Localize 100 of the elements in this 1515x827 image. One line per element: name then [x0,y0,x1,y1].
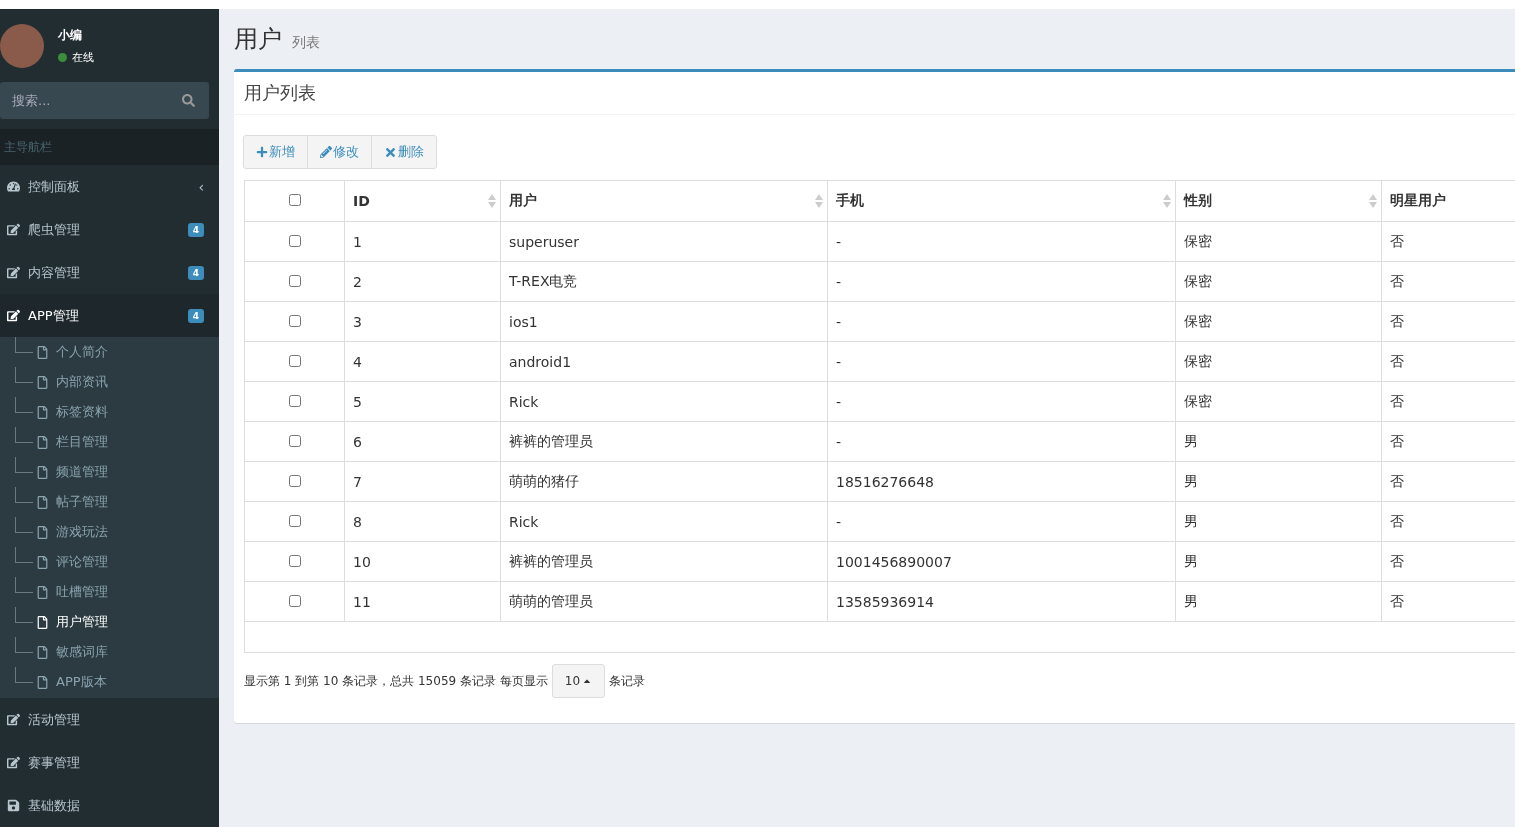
submenu-item[interactable]: 吐槽管理 [0,577,219,608]
submenu-item[interactable]: 个人简介 [0,337,219,368]
online-dot-icon [58,52,67,62]
dashboard-icon [7,180,20,194]
edit-icon [7,309,20,323]
nav-item[interactable]: 活动管理 [0,698,219,742]
nav-item[interactable]: 赛事管理 [0,741,219,785]
table-cell: 男 [1175,581,1382,622]
pencil-icon [320,146,332,158]
nav-item[interactable]: 内容管理 4 [0,251,219,295]
table-cell: Rick [500,381,828,422]
edit-button[interactable]: 修改 [307,135,372,169]
table-cell: 男 [1175,501,1382,542]
sort-icon [1163,194,1171,208]
section-header: 主导航栏 [0,129,219,166]
submenu-item[interactable]: 帖子管理 [0,487,219,518]
file-icon [36,585,49,599]
nav-label: 活动管理 [28,710,81,729]
table-cell: - [827,341,1176,382]
submenu-item[interactable]: 频道管理 [0,457,219,488]
table-cell: 8 [344,501,501,542]
count-badge: 4 [187,308,204,323]
edit-icon [7,266,20,280]
pagination-info: 显示第 1 到第 10 条记录，总共 15059 条记录 每页显示 [244,672,548,690]
file-icon [36,405,49,419]
nav-label: 基础数据 [28,796,81,815]
user-status: 在线 [72,49,94,65]
sort-icon [815,194,823,208]
table-cell: 男 [1175,421,1382,462]
table-cell: ios1 [500,301,828,342]
table-cell: - [827,301,1176,342]
delete-button[interactable]: 删除 [371,135,437,169]
table-cell: 萌萌的管理员 [500,581,828,622]
submenu-item[interactable]: 评论管理 [0,547,219,578]
table-cell: - [827,381,1176,422]
table-cell: 保密 [1175,221,1382,262]
search-icon [182,94,195,108]
count-badge: 4 [187,222,204,237]
page-subtitle: 列表 [292,34,320,52]
table-cell: 保密 [1175,381,1382,422]
nav-item[interactable]: 基础数据 [0,784,219,827]
select-all-checkbox[interactable] [288,194,301,206]
submenu-item[interactable]: 敏感词库 [0,637,219,668]
file-icon [36,525,49,539]
table-cell: 11 [344,581,501,622]
sort-icon [1369,194,1377,208]
chevron-icon: ‹ [198,178,204,195]
column-header[interactable]: 性别 [1175,180,1382,222]
row-checkbox[interactable] [288,394,301,407]
table-cell: 6 [344,421,501,462]
column-header: 明星用户 [1381,180,1515,222]
table-cell: - [827,221,1176,262]
edit-icon [7,223,20,237]
file-icon [36,345,49,359]
row-checkbox[interactable] [288,594,301,607]
submenu-item[interactable]: 游戏玩法 [0,517,219,548]
row-checkbox[interactable] [288,554,301,567]
file-icon [36,675,49,689]
table-cell: - [827,261,1176,302]
panel-title: 用户列表 [234,72,1515,115]
nav-label: 赛事管理 [28,753,81,772]
table-cell: 18516276648 [827,461,1176,502]
row-checkbox[interactable] [288,234,301,247]
row-checkbox[interactable] [288,434,301,447]
nav-label: 控制面板 [28,177,81,196]
search-field[interactable]: 搜索... [0,82,209,120]
submenu-item[interactable]: 用户管理 [0,607,219,638]
row-checkbox[interactable] [288,274,301,287]
page-size-dropdown[interactable]: 10 [551,664,606,698]
submenu-item[interactable]: 内部资讯 [0,367,219,398]
table-cell: 3 [344,301,501,342]
table-cell: 裤裤的管理员 [500,541,828,582]
table-cell: 男 [1175,461,1382,502]
table-cell: 保密 [1175,301,1382,342]
table-cell: 4 [344,341,501,382]
nav-item[interactable]: 爬虫管理 4 [0,208,219,252]
submenu-item[interactable]: APP版本 [0,667,219,698]
nav-item[interactable]: 控制面板 ‹ [0,165,219,209]
row-checkbox[interactable] [288,514,301,527]
table-cell: 10 [344,541,501,582]
nav-item[interactable]: APP管理 4 [0,294,219,338]
row-checkbox[interactable] [288,354,301,367]
submenu-item[interactable]: 栏目管理 [0,427,219,458]
nav-label: APP管理 [28,306,80,325]
column-header[interactable]: 用户 [500,180,828,222]
user-name: 小编 [58,26,83,44]
table-cell: superuser [500,221,828,262]
row-checkbox[interactable] [288,474,301,487]
edit-icon [7,713,20,727]
table-cell: 保密 [1175,341,1382,382]
table-cell: 保密 [1175,261,1382,302]
submenu-item[interactable]: 标签资料 [0,397,219,428]
table-cell: 7 [344,461,501,502]
nav-label: 内容管理 [28,263,81,282]
pagination-suffix: 条记录 [609,672,646,690]
column-header[interactable]: ID [344,180,501,222]
file-icon [36,555,49,569]
add-button[interactable]: 新增 [243,135,308,169]
row-checkbox[interactable] [288,314,301,327]
column-header[interactable]: 手机 [827,180,1176,222]
